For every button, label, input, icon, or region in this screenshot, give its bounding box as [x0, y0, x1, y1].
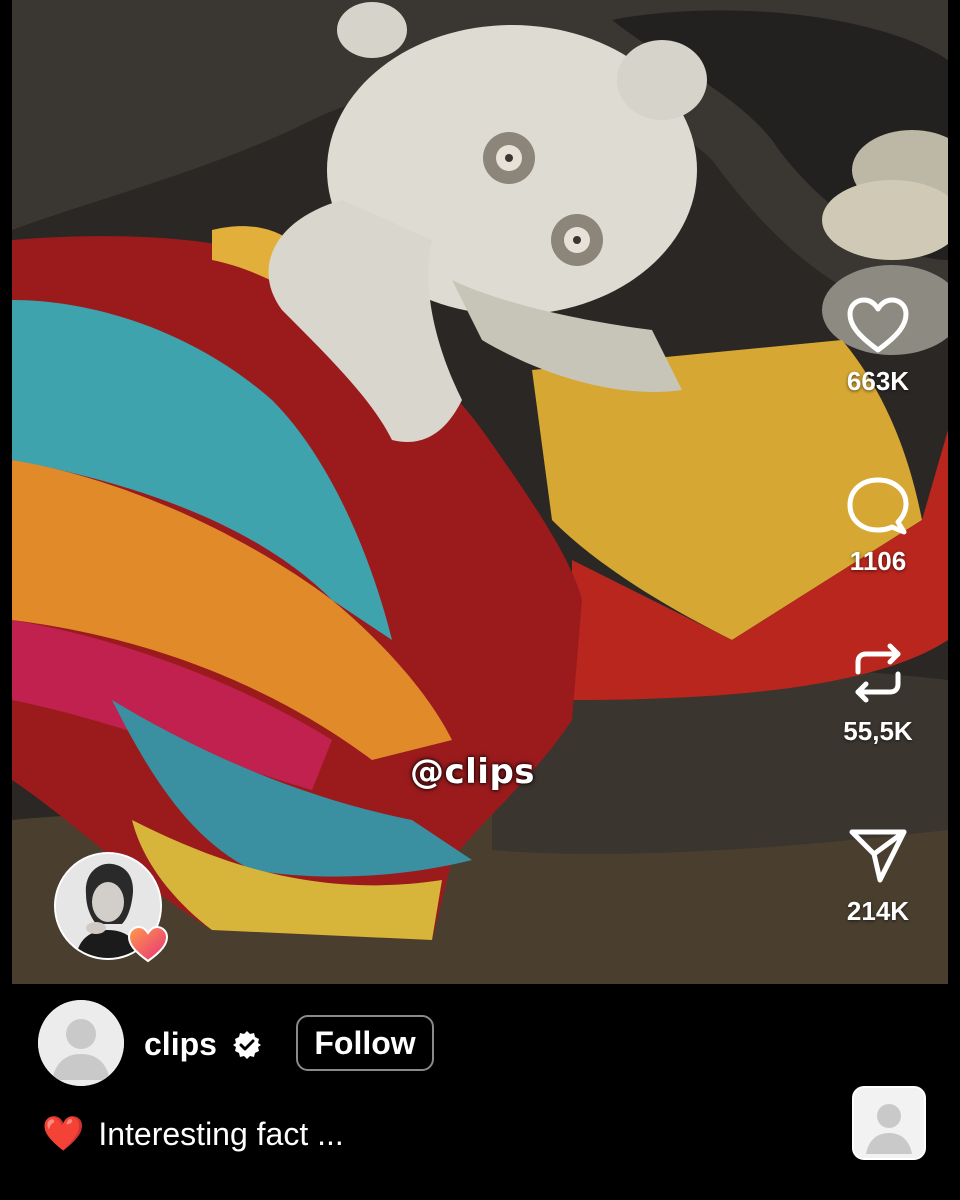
heart-emoji: ❤️	[42, 1114, 85, 1154]
default-avatar-icon	[38, 1000, 124, 1086]
like-count: 663K	[846, 366, 910, 396]
author-username[interactable]: clips	[144, 1026, 217, 1063]
post-caption: ❤️ Interesting fact ...	[42, 1110, 344, 1158]
video-watermark: @clips	[410, 752, 536, 792]
repost-icon	[855, 643, 901, 703]
video-player[interactable]: @clips	[12, 0, 948, 984]
account-switcher-avatar[interactable]	[852, 1086, 926, 1160]
comment-button[interactable]: 1106	[818, 476, 938, 577]
comment-count: 1106	[849, 546, 907, 576]
comment-bubble-icon	[847, 477, 909, 535]
share-count: 214K	[846, 896, 910, 926]
share-button[interactable]: 214K	[818, 826, 938, 927]
default-avatar-icon	[854, 1088, 924, 1158]
heart-badge-icon	[127, 925, 169, 963]
like-button[interactable]: 663K	[818, 296, 938, 397]
author-avatar[interactable]	[38, 1000, 124, 1086]
repost-count: 55,5K	[843, 716, 913, 746]
heart-icon	[847, 297, 909, 353]
follow-button[interactable]: Follow	[296, 1015, 434, 1071]
repost-button[interactable]: 55,5K	[818, 640, 938, 747]
send-icon	[849, 829, 907, 883]
video-frame	[12, 0, 948, 984]
verified-badge-icon	[233, 1031, 261, 1059]
post-info-bar: clips Follow	[0, 984, 960, 1200]
caption-text: Interesting fact ...	[98, 1115, 344, 1152]
